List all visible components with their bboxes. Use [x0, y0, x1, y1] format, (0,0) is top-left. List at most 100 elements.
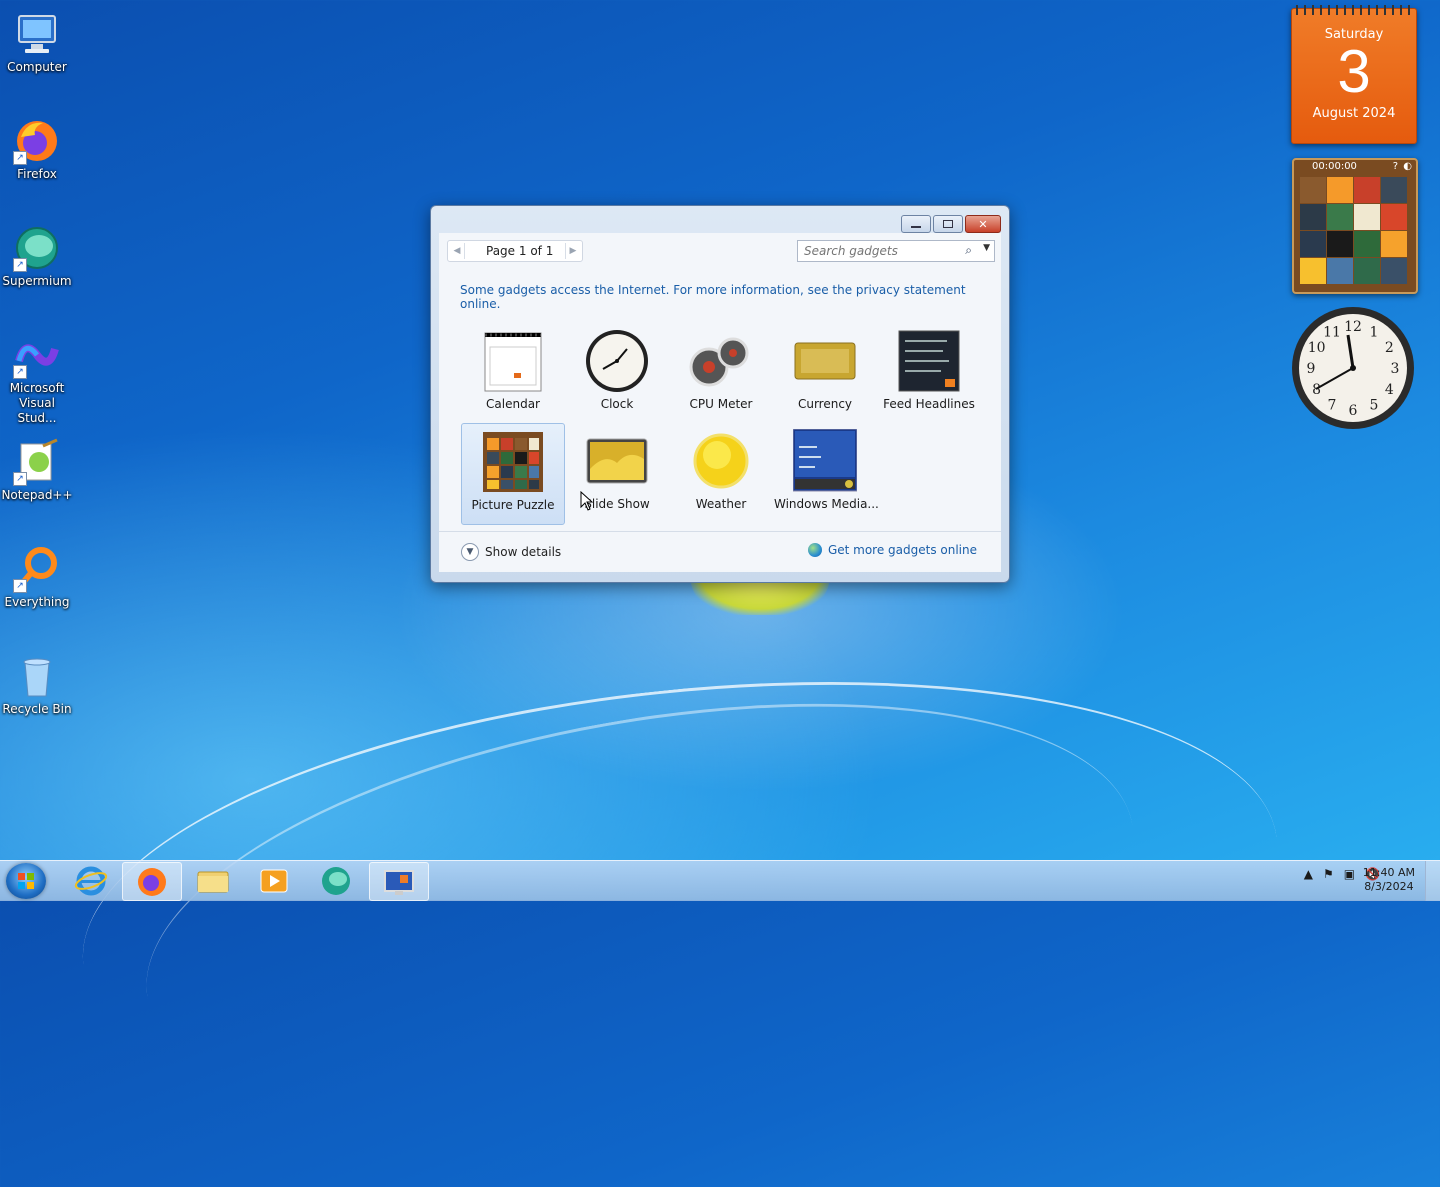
gadget-calendar[interactable]: Calendar: [462, 323, 564, 423]
clock-icon: [585, 329, 649, 393]
puzzle-tile[interactable]: [1354, 231, 1380, 257]
gadget-label: Weather: [695, 497, 747, 511]
show-desktop-button[interactable]: [1425, 861, 1440, 901]
taskbar-firefox[interactable]: [122, 862, 182, 901]
previous-page-button[interactable]: ◀: [450, 243, 465, 259]
close-button[interactable]: ✕: [965, 215, 1001, 233]
puzzle-tile[interactable]: [1381, 231, 1407, 257]
desktop-icon-label: Firefox: [17, 167, 57, 181]
puzzle-tile[interactable]: [1300, 177, 1326, 203]
desktop-icon-label: Recycle Bin: [2, 702, 72, 716]
gadget-clock[interactable]: Clock: [566, 323, 668, 423]
desktop-icon-recycle-bin[interactable]: Recycle Bin: [0, 646, 74, 717]
search-dropdown-icon[interactable]: ▼: [983, 243, 990, 253]
gadget-windows-media[interactable]: Windows Media...: [774, 423, 879, 523]
start-button[interactable]: [6, 863, 46, 899]
search-icon[interactable]: ⌕: [965, 243, 972, 258]
clock-numeral: 12: [1344, 319, 1362, 335]
desktop-icon-label: Everything: [4, 595, 70, 609]
clock-gadget[interactable]: 12 1 2 3 4 5 6 7 8 9 10 11: [1290, 305, 1416, 431]
maximize-button[interactable]: [933, 215, 963, 233]
folder-icon: [197, 871, 229, 893]
supermium-icon: ↗: [13, 224, 61, 272]
gadget-feed-headlines[interactable]: Feed Headlines: [878, 323, 980, 423]
desktop-icon-supermium[interactable]: ↗ Supermium: [0, 218, 74, 289]
taskbar-media-player[interactable]: [245, 862, 303, 899]
show-details-label: Show details: [485, 545, 562, 559]
get-more-gadgets-link[interactable]: Get more gadgets online: [807, 543, 977, 557]
clock-numeral: 7: [1328, 397, 1337, 413]
shortcut-arrow-icon: ↗: [13, 365, 27, 379]
system-clock[interactable]: 11:40 AM 8/3/2024: [1363, 866, 1415, 894]
windows-logo-icon: [18, 873, 34, 889]
gadget-picture-puzzle[interactable]: Picture Puzzle: [461, 423, 565, 525]
desktop-icon-computer[interactable]: Computer: [0, 4, 74, 75]
computer-icon: [13, 10, 61, 58]
taskbar-supermium[interactable]: [307, 862, 365, 899]
clock-numeral: 6: [1349, 403, 1358, 419]
clock-numeral: 2: [1385, 340, 1394, 356]
clock-numeral: 5: [1370, 397, 1379, 413]
desktop-icon-everything[interactable]: ↗ Everything: [0, 539, 74, 610]
desktop-icon-firefox[interactable]: ↗ Firefox: [0, 111, 74, 182]
taskbar-gadgets[interactable]: [369, 862, 429, 901]
taskbar-file-explorer[interactable]: [184, 862, 242, 899]
puzzle-tile[interactable]: [1327, 258, 1353, 284]
gadget-currency[interactable]: Currency: [774, 323, 876, 423]
taskbar: ▲ ⚑ ▣ 🔇 11:40 AM 8/3/2024: [0, 860, 1440, 901]
minimize-button[interactable]: [901, 215, 931, 233]
desktop-icon-visual-studio[interactable]: ↗ Microsoft Visual Stud...: [0, 325, 74, 426]
page-navigator: ◀ Page 1 of 1 ▶: [447, 240, 583, 262]
help-icon[interactable]: ?: [1393, 160, 1398, 174]
gadget-weather[interactable]: Weather: [670, 423, 772, 523]
shortcut-arrow-icon: ↗: [13, 151, 27, 165]
firefox-icon: [138, 868, 166, 896]
shortcut-arrow-icon: ↗: [13, 258, 27, 272]
puzzle-tile[interactable]: [1354, 177, 1380, 203]
action-center-flag-icon[interactable]: ⚑: [1323, 867, 1334, 881]
puzzle-tile[interactable]: [1381, 204, 1407, 230]
desktop-icon-label: Computer: [7, 60, 67, 74]
puzzle-tile[interactable]: [1354, 204, 1380, 230]
puzzle-tile[interactable]: [1381, 177, 1407, 203]
puzzle-tile[interactable]: [1300, 204, 1326, 230]
puzzle-tile[interactable]: [1327, 204, 1353, 230]
puzzle-tile[interactable]: [1300, 258, 1326, 284]
clock-date: 8/3/2024: [1364, 880, 1414, 893]
next-page-button[interactable]: ▶: [565, 243, 580, 259]
calendar-gadget[interactable]: Saturday 3 August 2024: [1291, 5, 1417, 144]
media-player-icon: [260, 869, 288, 893]
puzzle-tile[interactable]: [1327, 177, 1353, 203]
gadget-label: Picture Puzzle: [471, 498, 555, 512]
gadget-label: Feed Headlines: [883, 397, 975, 411]
gadget-cpu-meter[interactable]: CPU Meter: [670, 323, 772, 423]
privacy-info-link[interactable]: Some gadgets access the Internet. For mo…: [460, 283, 1001, 311]
picture-puzzle-gadget[interactable]: 00:00:00 ? ◐: [1292, 158, 1418, 294]
puzzle-tile[interactable]: [1381, 258, 1407, 284]
get-more-label: Get more gadgets online: [827, 543, 977, 557]
cpu-meter-icon: [689, 329, 753, 393]
show-hidden-icons-icon[interactable]: ▲: [1304, 867, 1313, 881]
taskbar-internet-explorer[interactable]: [62, 862, 120, 899]
network-icon[interactable]: ▣: [1344, 867, 1355, 881]
gadget-label: Currency: [797, 397, 853, 411]
puzzle-grid: [1300, 177, 1416, 284]
clock-numeral: 1: [1370, 325, 1379, 341]
gadget-label: Windows Media...: [774, 497, 879, 511]
search-input[interactable]: [802, 243, 956, 259]
shortcut-arrow-icon: ↗: [13, 579, 27, 593]
shortcut-arrow-icon: ↗: [13, 472, 27, 486]
gadget-label: Clock: [600, 397, 634, 411]
show-picture-icon[interactable]: ◐: [1403, 160, 1412, 174]
gadget-label: CPU Meter: [689, 397, 753, 411]
chevron-down-icon: ▼: [461, 543, 479, 561]
puzzle-tile[interactable]: [1300, 231, 1326, 257]
clock-numeral: 10: [1308, 340, 1326, 356]
desktop-icon-notepadpp[interactable]: ↗ Notepad++: [0, 432, 74, 503]
show-details-toggle[interactable]: ▼ Show details: [461, 543, 561, 561]
puzzle-tile[interactable]: [1327, 231, 1353, 257]
gallery-footer: ▼ Show details Get more gadgets online: [439, 531, 1001, 572]
puzzle-tile[interactable]: [1354, 258, 1380, 284]
calendar-month-year: August 2024: [1312, 106, 1396, 121]
window-caption-buttons: ✕: [899, 215, 1001, 233]
